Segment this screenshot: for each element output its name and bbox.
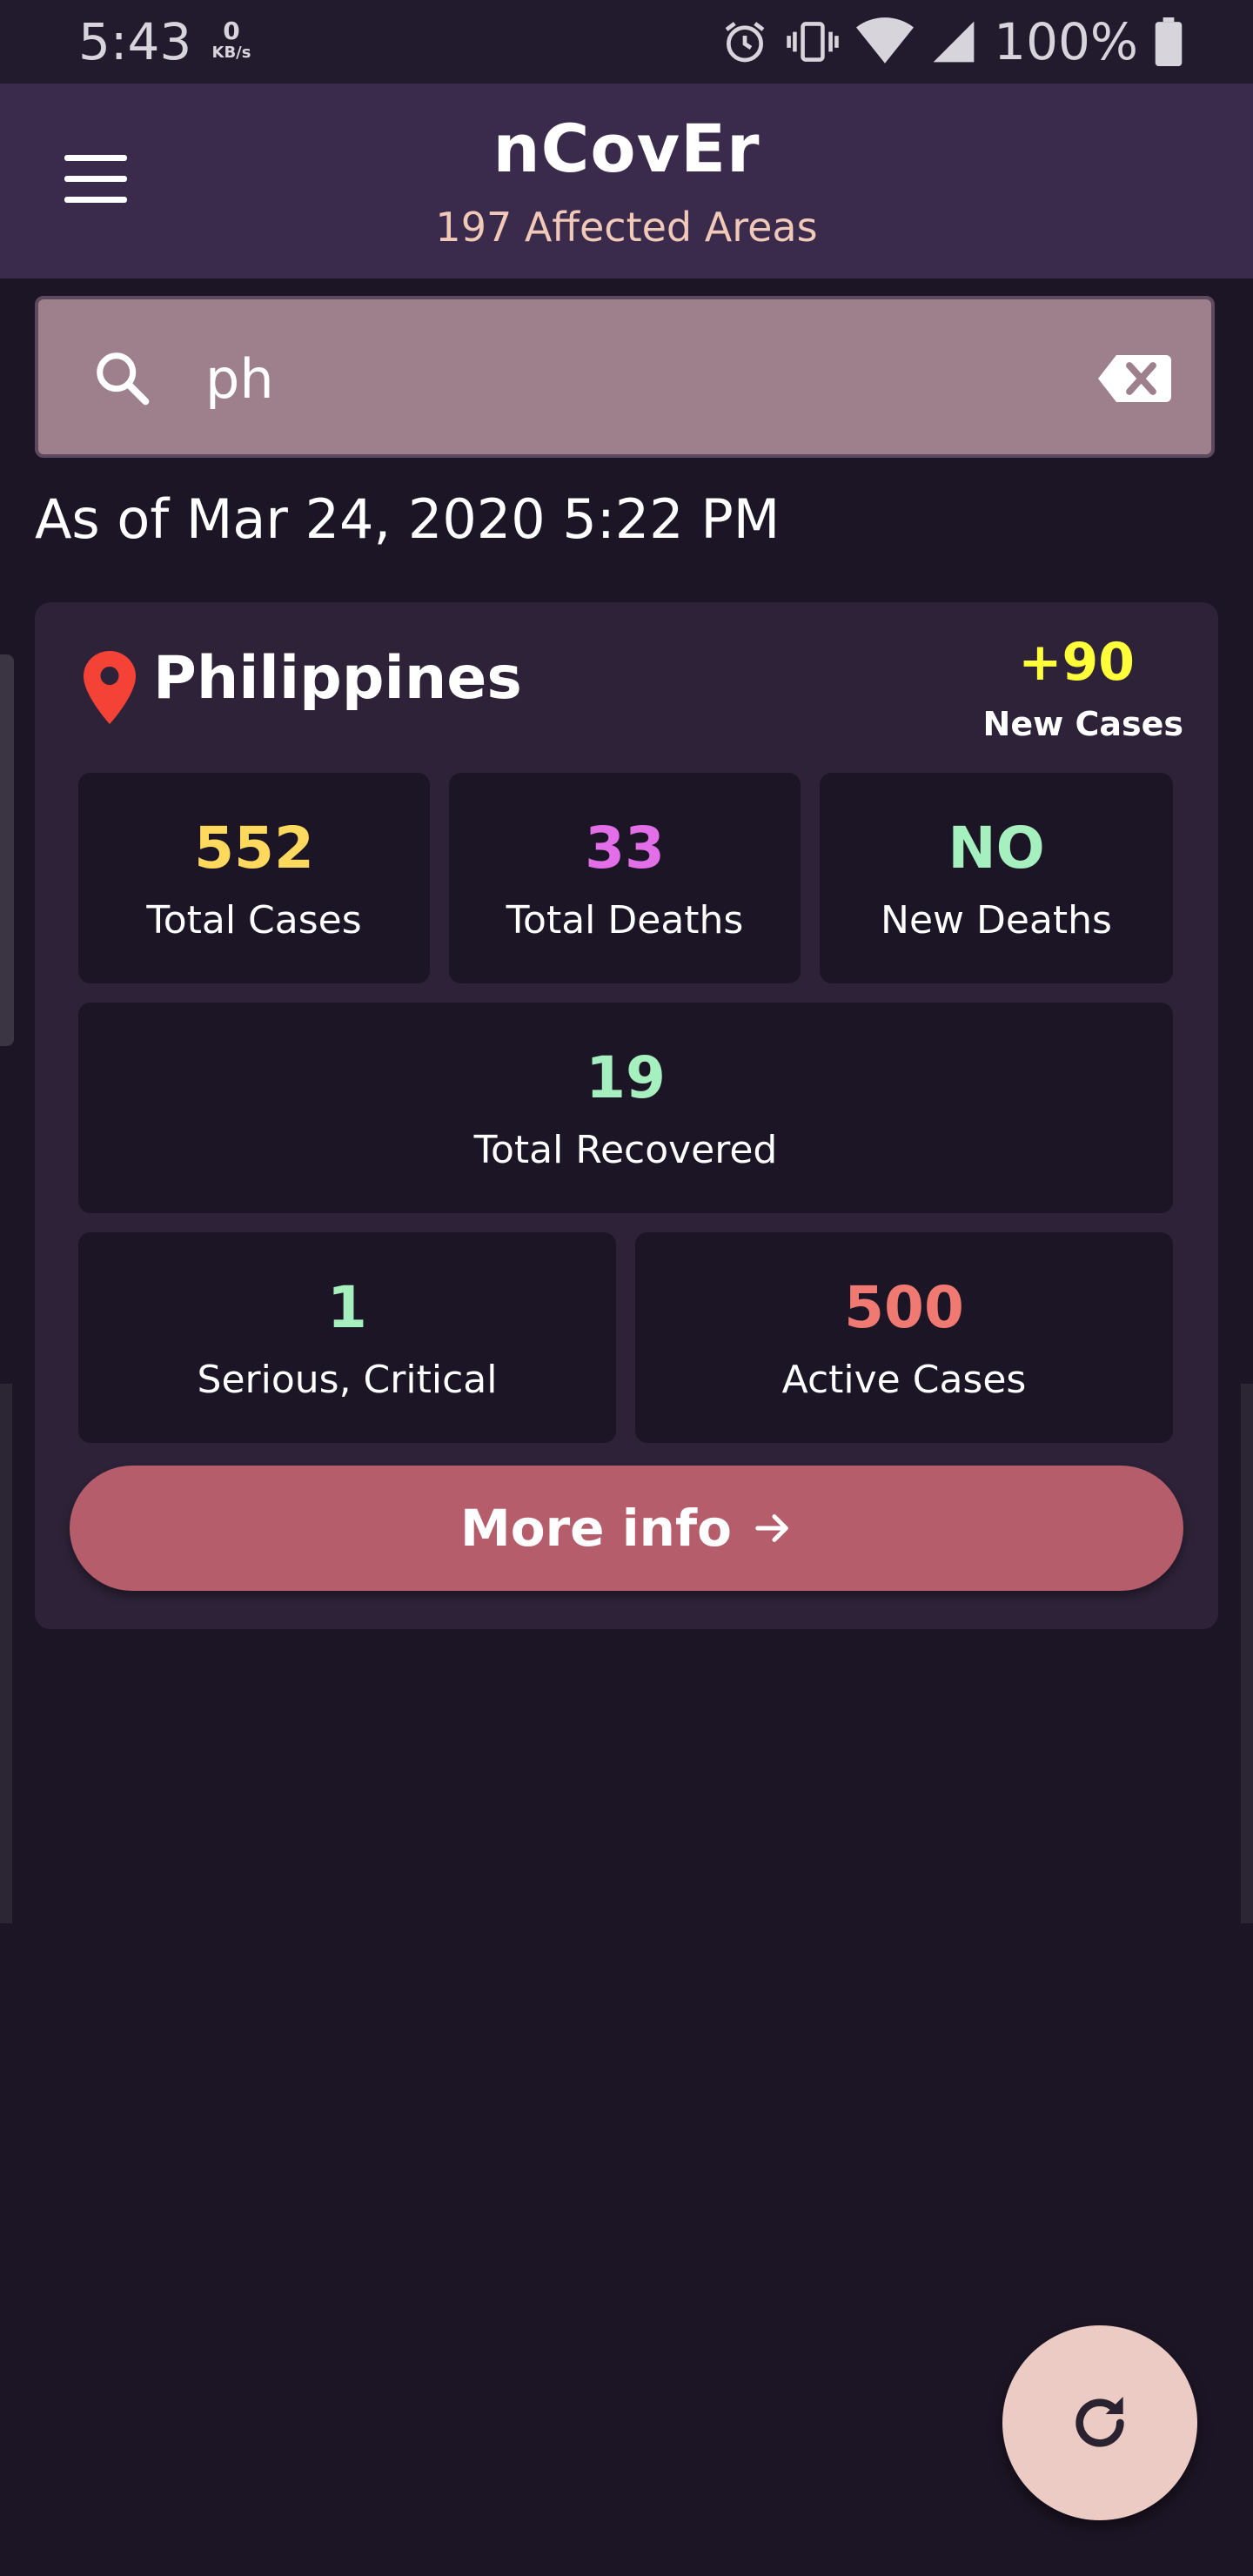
more-info-button[interactable]: More info: [70, 1466, 1183, 1591]
country-card: Philippines +90 New Cases 552 Total Case…: [35, 602, 1218, 1629]
arrow-right-icon: [755, 1514, 788, 1542]
battery-percent: 100%: [994, 12, 1138, 71]
active-cases-value: 500: [844, 1274, 964, 1341]
search-input[interactable]: [204, 334, 1077, 423]
total-recovered-tile: 19 Total Recovered: [78, 1003, 1173, 1213]
battery-icon: [1155, 17, 1183, 66]
status-icons: 100%: [720, 12, 1183, 71]
active-cases-label: Active Cases: [781, 1358, 1027, 1402]
serious-critical-label: Serious, Critical: [197, 1358, 498, 1402]
status-bar: 5:43 0 KB/s 100%: [0, 0, 1253, 84]
alarm-icon: [725, 22, 765, 63]
signal-icon: [933, 21, 975, 63]
country-name: Philippines: [153, 644, 522, 713]
network-speed: 0 KB/s: [209, 19, 254, 61]
serious-critical-tile: 1 Serious, Critical: [78, 1232, 616, 1443]
vibrate-icon: [787, 22, 839, 62]
affected-areas-subtitle: 197 Affected Areas: [435, 204, 818, 251]
backspace-clear-icon[interactable]: [1098, 352, 1171, 406]
refresh-icon: [1075, 2397, 1124, 2447]
network-speed-unit: KB/s: [211, 44, 251, 62]
app-title: nCovEr: [492, 110, 761, 187]
total-deaths-value: 33: [585, 815, 665, 882]
new-deaths-label: New Deaths: [881, 898, 1112, 943]
total-recovered-label: Total Recovered: [473, 1128, 778, 1172]
new-cases-label: New Cases: [982, 705, 1183, 743]
new-deaths-tile: NO New Deaths: [820, 773, 1173, 983]
total-cases-label: Total Cases: [146, 898, 362, 943]
total-deaths-label: Total Deaths: [506, 898, 744, 943]
total-cases-value: 552: [194, 815, 314, 882]
scroll-track-left: [0, 1384, 12, 1923]
app-bar: nCovEr 197 Affected Areas: [0, 84, 1253, 278]
active-cases-tile: 500 Active Cases: [635, 1232, 1173, 1443]
as-of-timestamp: As of Mar 24, 2020 5:22 PM: [35, 487, 781, 551]
wifi-icon: [856, 17, 915, 64]
scroll-indicator: [0, 654, 14, 1046]
network-speed-value: 0: [223, 17, 240, 45]
serious-critical-value: 1: [327, 1274, 367, 1341]
search-icon: [97, 352, 150, 406]
status-time: 5:43: [78, 12, 192, 71]
total-deaths-tile: 33 Total Deaths: [449, 773, 801, 983]
scroll-track-right: [1241, 1384, 1253, 1923]
new-deaths-value: NO: [948, 815, 1045, 882]
total-recovered-value: 19: [586, 1044, 666, 1111]
search-bar[interactable]: [35, 296, 1215, 458]
location-pin-icon: [84, 651, 136, 724]
new-cases-value: +90: [1018, 632, 1135, 693]
refresh-button[interactable]: [1002, 2325, 1197, 2520]
more-info-label: More info: [460, 1499, 732, 1558]
total-cases-tile: 552 Total Cases: [78, 773, 430, 983]
